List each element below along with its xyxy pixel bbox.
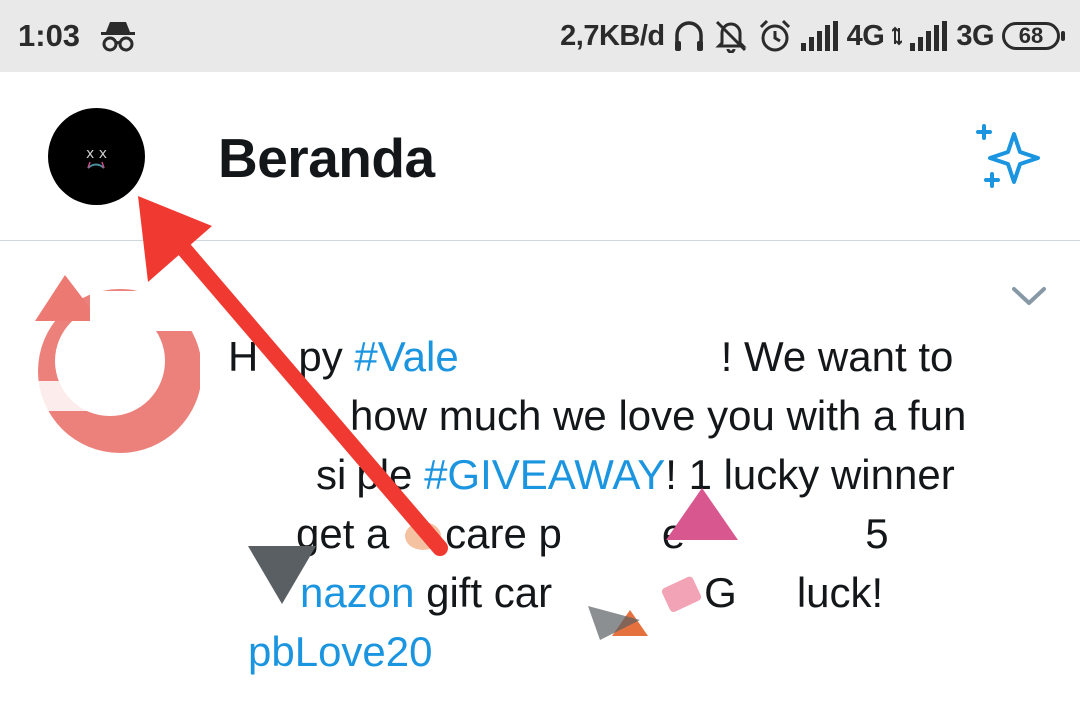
pig-emoji-icon — [405, 522, 442, 550]
tweet-line: pbLove20 — [228, 622, 1028, 681]
tweet-line: si ple #GIVEAWAY! 1 lucky winner — [228, 445, 1028, 504]
tweet-text-fragment: luck! — [796, 569, 884, 616]
headphones-icon — [674, 21, 703, 51]
tweet-text-fragment: G — [704, 569, 737, 616]
status-time: 1:03 — [18, 18, 81, 53]
tweet-author-avatar[interactable] — [30, 261, 200, 471]
signal-icon — [800, 21, 838, 51]
app-header: x x Beranda — [0, 72, 1080, 241]
avatar-face-icon: x x — [86, 146, 107, 169]
tweet-text-fragment: how much we love you with a fun — [350, 392, 967, 439]
hashtag-link[interactable]: #Vale — [354, 333, 458, 380]
sparkle-icon[interactable] — [970, 120, 1046, 196]
incognito-icon — [101, 22, 135, 52]
tweet-line: nazon gift car Gluck! — [228, 563, 1028, 622]
signal-icon-2 — [910, 21, 948, 51]
tweet-line: how much we love you with a fun — [228, 386, 1028, 445]
tweet-text-fragment: gift car — [414, 569, 553, 616]
page-title: Beranda — [218, 127, 435, 189]
data-arrows-icon — [892, 26, 903, 46]
tweet-text-fragment: 5 — [865, 510, 889, 557]
profile-avatar[interactable]: x x — [48, 108, 145, 205]
status-bar: 1:03 2,7KB/d 4G 3G 68 — [0, 0, 1080, 72]
hashtag-link[interactable]: nazon — [300, 569, 414, 616]
hashtag-link[interactable]: #GIVEAWAY — [424, 451, 665, 498]
tweet-text-fragment: H — [228, 333, 259, 380]
tweet-body: Hpy #Vale ! We want to how much we love y… — [228, 327, 1028, 681]
network-speed: 2,7KB/d — [560, 19, 665, 52]
svg-text:x x: x x — [86, 146, 107, 162]
tweet-text-fragment: si — [316, 451, 347, 498]
tweet-text-fragment: ! 1 lucky winner — [665, 451, 955, 498]
network-type-2: 3G — [956, 19, 994, 52]
mute-icon — [715, 20, 747, 53]
tweet-text-fragment: care p — [445, 510, 562, 557]
alarm-icon — [759, 19, 790, 52]
hashtag-link[interactable]: pbLove20 — [248, 628, 433, 675]
network-type-1: 4G — [846, 19, 885, 52]
tweet-card[interactable]: Hpy #Vale ! We want to how much we love y… — [0, 241, 1080, 725]
tweet-text-fragment: ple — [356, 451, 425, 498]
tweet-text-fragment: e — [661, 510, 686, 557]
battery-indicator: 68 — [1002, 22, 1065, 50]
tweet-text-fragment: get a — [296, 510, 402, 557]
tweet-line: Hpy #Vale ! We want to — [228, 327, 1028, 386]
tweet-text-fragment: ! We want to — [720, 333, 954, 380]
gift-card-emoji-icon — [662, 576, 702, 612]
tweet-line: get a care p e 5 — [228, 504, 1028, 563]
tweet-text-fragment: py — [298, 333, 355, 380]
chevron-down-icon[interactable] — [1010, 283, 1048, 309]
